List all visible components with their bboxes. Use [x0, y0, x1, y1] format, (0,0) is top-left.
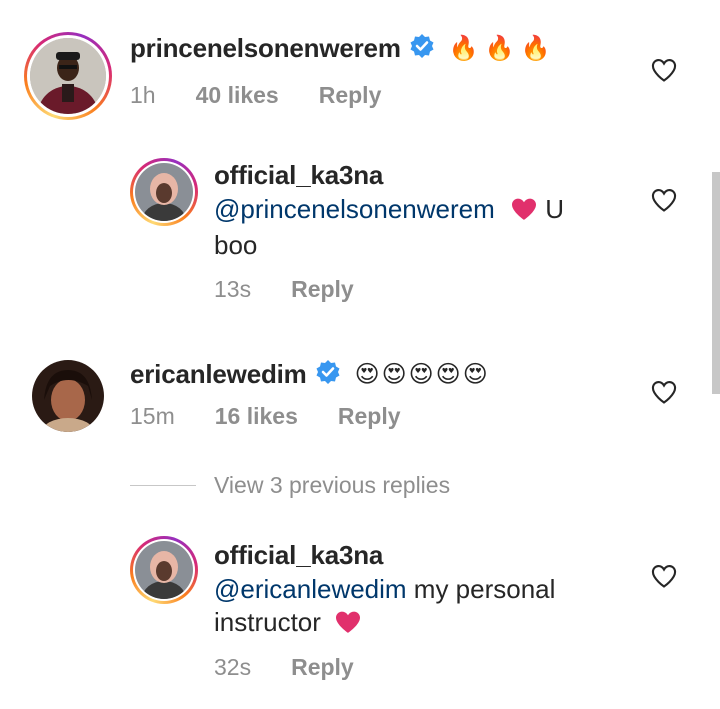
divider-line	[130, 485, 196, 486]
view-previous-replies-button[interactable]: View 3 previous replies	[130, 472, 450, 499]
heart-emoji-icon	[510, 196, 538, 229]
reply-button[interactable]: Reply	[291, 276, 354, 303]
comment-time: 13s	[214, 276, 252, 302]
reply-button[interactable]: Reply	[338, 403, 401, 430]
comment-username[interactable]: ericanlewedim	[130, 359, 307, 390]
comment-time: 1h	[130, 82, 156, 108]
mention-link[interactable]: @princenelsonenwerem	[214, 194, 495, 224]
verified-badge-icon	[409, 33, 435, 64]
comment-username[interactable]: official_ka3na	[214, 540, 555, 571]
view-replies-label: View 3 previous replies	[214, 472, 451, 498]
avatar	[135, 163, 193, 221]
avatar-story-ring[interactable]	[130, 536, 198, 604]
comment-likes[interactable]: 16 likes	[215, 403, 298, 430]
reply-button[interactable]: Reply	[319, 82, 382, 109]
comment-text: U	[538, 194, 564, 224]
comment-time: 32s	[214, 654, 252, 680]
comment-likes[interactable]: 40 likes	[196, 82, 279, 109]
avatar[interactable]	[32, 360, 104, 432]
reply-button[interactable]: Reply	[291, 654, 354, 681]
comment-text-line2: instructor	[214, 607, 321, 637]
like-heart-icon[interactable]	[650, 378, 680, 408]
comment-text: 😍😍😍😍😍	[354, 361, 490, 388]
mention-link[interactable]: @ericanlewedim	[214, 574, 407, 604]
comment-text-line2: boo	[214, 230, 258, 260]
avatar	[135, 541, 193, 599]
like-heart-icon[interactable]	[650, 186, 680, 216]
like-heart-icon[interactable]	[650, 56, 680, 86]
comment-text: my personal	[406, 574, 556, 604]
heart-emoji-icon	[334, 609, 362, 642]
avatar-story-ring[interactable]	[24, 32, 112, 120]
scrollbar[interactable]	[712, 172, 720, 394]
comment-time: 15m	[130, 403, 175, 429]
comment-username[interactable]: official_ka3na	[214, 160, 564, 191]
comment-text: 🔥🔥🔥	[448, 35, 557, 62]
verified-badge-icon	[315, 359, 341, 390]
like-heart-icon[interactable]	[650, 562, 680, 592]
comment-username[interactable]: princenelsonenwerem	[130, 33, 401, 64]
avatar-story-ring[interactable]	[130, 158, 198, 226]
avatar	[30, 38, 106, 114]
